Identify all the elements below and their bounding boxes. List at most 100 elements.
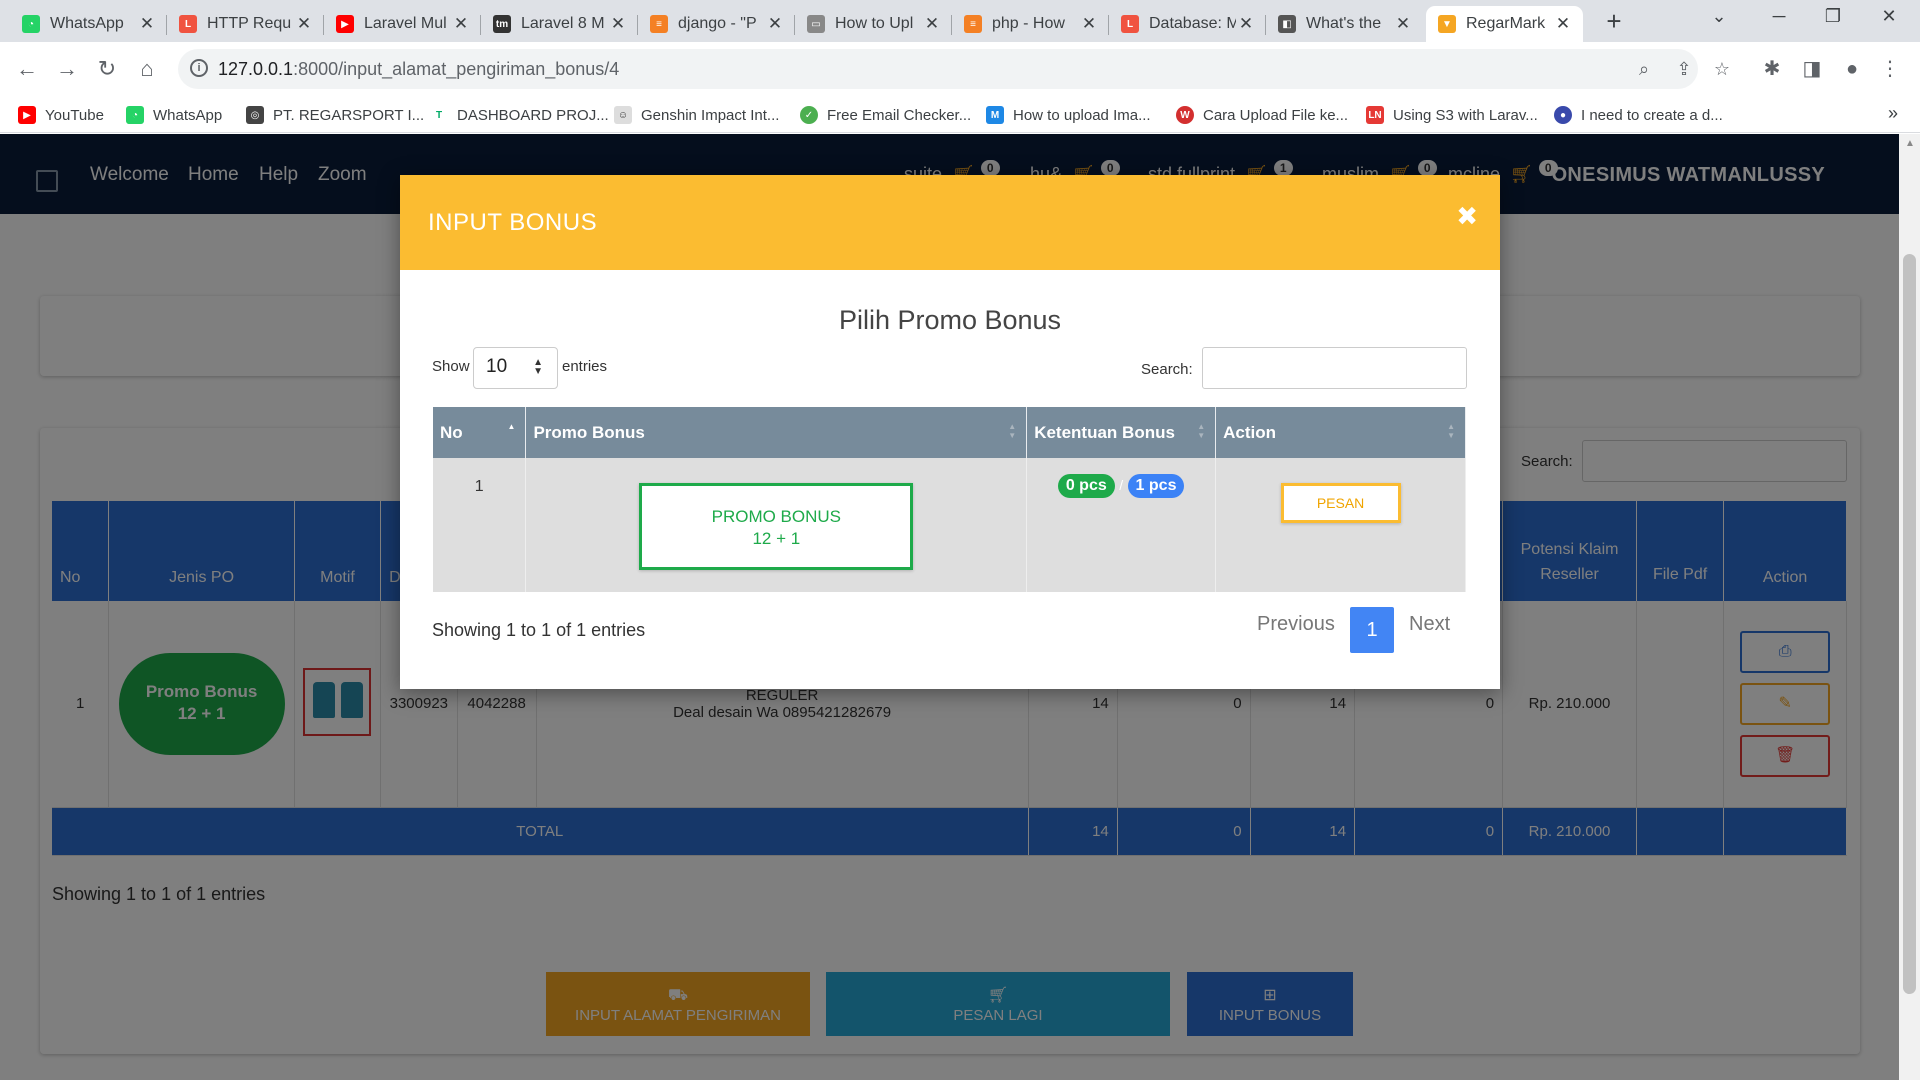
bookmark-item[interactable]: M How to upload Ima... <box>986 103 1151 127</box>
tab-close-icon[interactable]: ✕ <box>765 14 785 34</box>
promo-bonus-card[interactable]: PROMO BONUS 12 + 1 <box>639 483 914 570</box>
search-input[interactable] <box>1202 347 1467 389</box>
col-header-action[interactable]: Action ▲ ▼ <box>1215 407 1466 458</box>
menu-icon[interactable]: ⋮ <box>1876 55 1904 83</box>
address-bar[interactable]: i 127.0.0.1:8000/input_alamat_pengiriman… <box>178 49 1730 89</box>
whatsapp-icon: ◔ <box>22 15 40 33</box>
close-icon[interactable]: ✖ <box>1456 201 1478 232</box>
bookmark-star-icon[interactable]: ☆ <box>1709 56 1735 82</box>
restore-icon[interactable]: ❐ <box>1810 6 1856 27</box>
page-icon: ◧ <box>1278 15 1296 33</box>
page-icon: ▭ <box>807 15 825 33</box>
entries-label: entries <box>562 358 608 375</box>
tab-close-icon[interactable]: ✕ <box>1236 14 1256 34</box>
new-tab-button[interactable]: + <box>1598 6 1630 38</box>
bookmarks-bar: ▶ YouTube ◔ WhatsApp ◎ PT. REGARSPORT I... … <box>0 97 1920 133</box>
browser-tab[interactable]: L HTTP Requ ✕ <box>167 6 324 42</box>
tab-close-icon[interactable]: ✕ <box>294 14 314 34</box>
tab-search-icon[interactable]: ⌄ <box>1696 6 1742 27</box>
scroll-up-icon[interactable]: ▲ <box>1905 138 1915 149</box>
tab-close-icon[interactable]: ✕ <box>1553 14 1573 34</box>
medium-icon: M <box>986 106 1004 124</box>
search-label: Search: <box>1141 361 1193 378</box>
table-header-row: No ▲ Promo Bonus ▲ ▼ Ketentuan Bonus ▲ ▼ Acti… <box>433 407 1466 458</box>
pagination-page-1[interactable]: 1 <box>1350 607 1394 653</box>
browser-tab[interactable]: tm Laravel 8 M ✕ <box>481 6 638 42</box>
browser-tab[interactable]: L Database: M ✕ <box>1109 6 1266 42</box>
tab-close-icon[interactable]: ✕ <box>1393 14 1413 34</box>
tab-close-icon[interactable]: ✕ <box>1079 14 1099 34</box>
scroll-thumb[interactable] <box>1903 254 1916 994</box>
zoom-icon[interactable]: ⌕ <box>1631 56 1657 82</box>
browser-tab[interactable]: ▭ How to Upl ✕ <box>795 6 952 42</box>
side-panel-icon[interactable]: ◨ <box>1798 55 1826 83</box>
regarmark-icon: ▼ <box>1438 15 1456 33</box>
more-bookmarks-icon[interactable]: » <box>1888 103 1898 124</box>
home-icon[interactable]: ⌂ <box>132 54 162 84</box>
browser-tab[interactable]: ▶ Laravel Mul ✕ <box>324 6 481 42</box>
browser-toolbar: ← → ↻ ⌂ i 127.0.0.1:8000/input_alamat_pe… <box>0 42 1920 97</box>
tab-close-icon[interactable]: ✕ <box>451 14 471 34</box>
youtube-icon: ▶ <box>336 15 354 33</box>
stackoverflow-icon: ≡ <box>964 15 982 33</box>
modal-header: INPUT BONUS ✖ <box>400 175 1500 270</box>
site-icon: W <box>1176 106 1194 124</box>
tab-close-icon[interactable]: ✕ <box>922 14 942 34</box>
dashboard-icon: T <box>430 106 448 124</box>
entries-select[interactable]: 10 ▲ ▼ <box>473 347 558 389</box>
promo-table: No ▲ Promo Bonus ▲ ▼ Ketentuan Bonus ▲ ▼ Acti… <box>433 407 1466 592</box>
site-info-icon[interactable]: i <box>190 59 208 77</box>
col-header-promo[interactable]: Promo Bonus ▲ ▼ <box>525 407 1028 458</box>
profile-icon[interactable]: ● <box>1838 55 1866 83</box>
close-window-icon[interactable]: ✕ <box>1866 6 1912 27</box>
table-row: 1 PROMO BONUS 12 + 1 0 pcs / 1 pcs PESAN <box>433 458 1466 592</box>
laravel-icon: L <box>179 15 197 33</box>
browser-tab-active[interactable]: ▼ RegarMark ✕ <box>1426 6 1583 42</box>
bookmark-item[interactable]: ● I need to create a d... <box>1554 103 1723 127</box>
sort-icon: ▲ ▼ <box>1447 422 1455 440</box>
reload-icon[interactable]: ↻ <box>92 54 122 84</box>
show-label: Show <box>432 358 470 375</box>
input-bonus-modal: INPUT BONUS ✖ Pilih Promo Bonus Show 10 … <box>400 175 1500 689</box>
bookmark-item[interactable]: ▶ YouTube <box>18 103 104 127</box>
col-header-ketentuan[interactable]: Ketentuan Bonus ▲ ▼ <box>1026 407 1217 458</box>
pagination-next[interactable]: Next <box>1409 613 1450 636</box>
browser-tab-bar: ◔ WhatsApp ✕ L HTTP Requ ✕ ▶ Laravel Mul… <box>0 0 1920 42</box>
laravel-news-icon: LN <box>1366 106 1384 124</box>
pesan-button[interactable]: PESAN <box>1280 483 1401 523</box>
browser-tab[interactable]: ≡ django - "P ✕ <box>638 6 795 42</box>
bookmark-item[interactable]: LN Using S3 with Larav... <box>1366 103 1538 127</box>
pagination-previous[interactable]: Previous <box>1257 613 1335 636</box>
sort-icon: ▲ ▼ <box>1008 422 1017 440</box>
extensions-icon[interactable]: ✱ <box>1758 55 1786 83</box>
modal-title: INPUT BONUS <box>428 209 598 236</box>
bookmark-item[interactable]: W Cara Upload File ke... <box>1176 103 1348 127</box>
table-info: Showing 1 to 1 of 1 entries <box>432 620 646 640</box>
tab-close-icon[interactable]: ✕ <box>608 14 628 34</box>
genshin-icon: ☺ <box>614 106 632 124</box>
page-scrollbar[interactable]: ▲ <box>1899 134 1920 1080</box>
bookmark-item[interactable]: ☺ Genshin Impact Int... <box>614 103 779 127</box>
laravel-icon: L <box>1121 15 1139 33</box>
minimize-icon[interactable]: ─ <box>1756 6 1802 27</box>
back-icon[interactable]: ← <box>12 54 42 84</box>
sort-icon: ▲ ▼ <box>1197 422 1206 440</box>
bookmark-item[interactable]: ◎ PT. REGARSPORT I... <box>246 103 424 127</box>
browser-tab[interactable]: ◔ WhatsApp ✕ <box>10 6 167 42</box>
globe-icon: ◎ <box>246 106 264 124</box>
modal-subtitle: Pilih Promo Bonus <box>838 305 1062 335</box>
sort-icon: ▲ <box>507 422 516 431</box>
badge-green: 0 pcs <box>1057 474 1115 498</box>
bookmark-item[interactable]: ✓ Free Email Checker... <box>800 103 971 127</box>
bookmark-item[interactable]: T DASHBOARD PROJ... <box>430 103 609 127</box>
browser-tab[interactable]: ◧ What's the ✕ <box>1266 6 1423 42</box>
tab-close-icon[interactable]: ✕ <box>137 14 157 34</box>
forward-icon[interactable]: → <box>52 54 82 84</box>
col-header-no[interactable]: No ▲ <box>433 407 527 458</box>
check-icon: ✓ <box>800 106 818 124</box>
youtube-icon: ▶ <box>18 106 36 124</box>
browser-tab[interactable]: ≡ php - How ✕ <box>952 6 1109 42</box>
bookmark-item[interactable]: ◔ WhatsApp <box>126 103 222 127</box>
share-icon[interactable]: ⇪ <box>1671 56 1697 82</box>
badge-blue: 1 pcs <box>1127 474 1185 498</box>
